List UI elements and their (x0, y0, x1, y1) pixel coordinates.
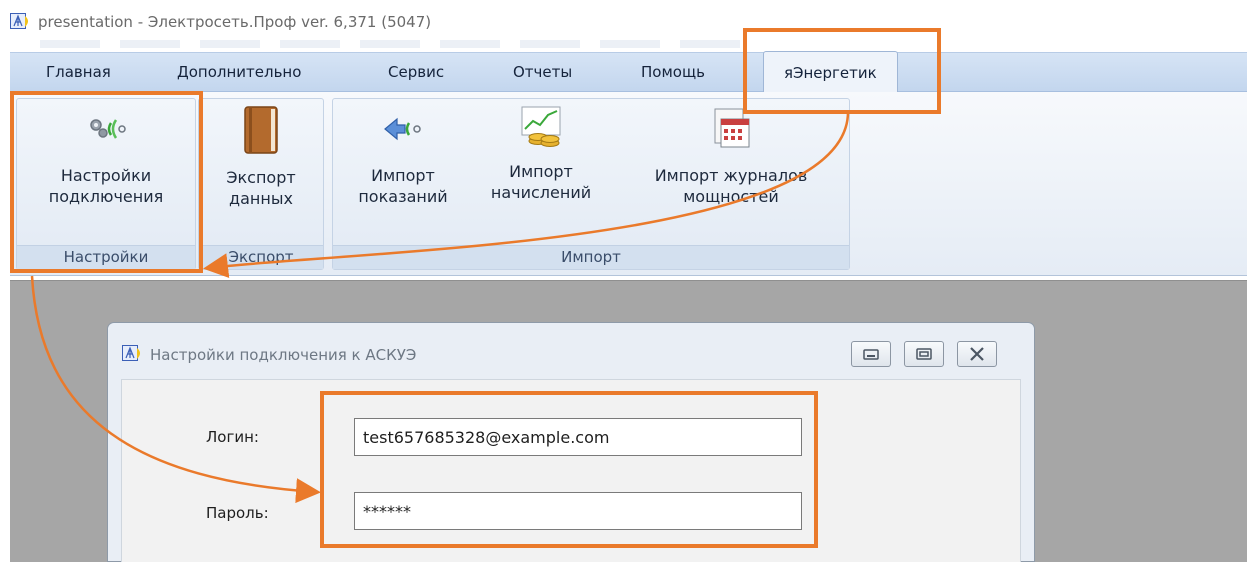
arrow-settings-to-fields (30, 275, 321, 504)
arrow-tab-to-settings (203, 111, 850, 279)
annotation-arrows (30, 111, 850, 504)
